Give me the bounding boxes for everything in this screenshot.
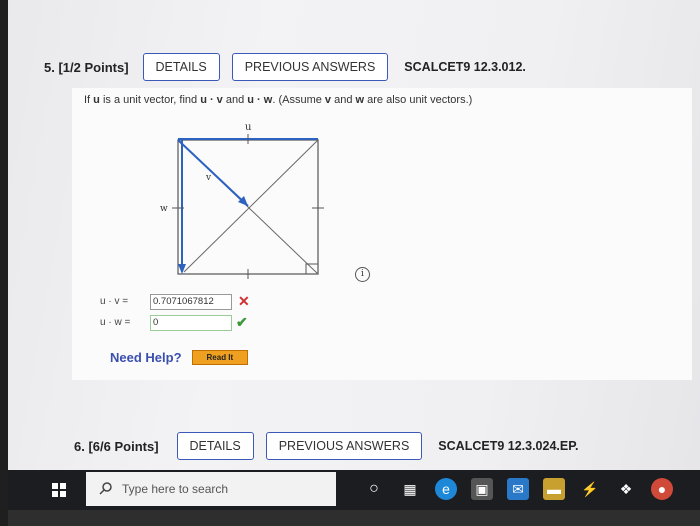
details-button[interactable]: DETAILS [142, 53, 220, 81]
answer-row-uw: u · w = 0 ✔ [100, 314, 248, 331]
question-5-panel: If u is a unit vector, find u · v and u … [72, 88, 692, 380]
previous-answers-button[interactable]: PREVIOUS ANSWERS [231, 53, 389, 81]
answer-label: u · v = [100, 296, 129, 307]
correct-icon: ✔ [236, 314, 248, 330]
read-it-button[interactable]: Read It [191, 350, 249, 365]
label-w: w [160, 204, 168, 214]
screen-bezel [0, 0, 8, 526]
question-source: SCALCET9 12.3.012. [404, 60, 526, 74]
browser-viewport: 5. [1/2 Points] DETAILS PREVIOUS ANSWERS… [0, 0, 700, 470]
store-icon[interactable]: ▣ [471, 478, 493, 500]
question-6-header: 6. [6/6 Points] DETAILS PREVIOUS ANSWERS… [74, 432, 578, 460]
answer-input-uv[interactable]: 0.7071067812 [150, 293, 232, 310]
files-icon[interactable]: ▬ [543, 478, 565, 500]
chrome-icon[interactable]: ● [651, 478, 673, 500]
search-icon [99, 482, 112, 495]
task-view-icon[interactable]: ▦ [399, 478, 421, 500]
windows-start-icon[interactable] [52, 483, 66, 497]
question-number: 6. [6/6 Points] [74, 438, 159, 454]
bolt-icon[interactable]: ⚡ [579, 478, 601, 500]
incorrect-icon: ✕ [238, 293, 250, 309]
need-help-row: Need Help? Read It [110, 350, 249, 365]
search-placeholder: Type here to search [122, 482, 229, 496]
answer-label: u · w = [100, 317, 131, 328]
previous-answers-button[interactable]: PREVIOUS ANSWERS [265, 432, 423, 460]
cortana-icon[interactable]: ○ [363, 478, 385, 500]
need-help-label: Need Help? [110, 350, 182, 365]
answer-input-uw[interactable]: 0 [150, 314, 232, 331]
vector-diagram: u v w [160, 122, 324, 279]
question-number: 5. [1/2 Points] [44, 59, 129, 75]
question-5-header: 5. [1/2 Points] DETAILS PREVIOUS ANSWERS… [44, 53, 526, 81]
taskbar-search[interactable]: Type here to search [86, 472, 336, 506]
question-prompt: If u is a unit vector, find u · v and u … [84, 94, 473, 106]
taskbar-icons: ○ ▦ e ▣ ✉ ▬ ⚡ ❖ ● [363, 478, 687, 500]
info-icon[interactable]: i [355, 267, 370, 282]
details-button[interactable]: DETAILS [176, 432, 254, 460]
laptop-body [8, 510, 700, 526]
windows-taskbar: Type here to search ○ ▦ e ▣ ✉ ▬ ⚡ ❖ ● [8, 470, 700, 510]
question-source: SCALCET9 12.3.024.EP. [438, 439, 579, 453]
edge-icon[interactable]: e [435, 478, 457, 500]
label-u: u [245, 122, 252, 133]
answer-row-uv: u · v = 0.7071067812 ✕ [100, 293, 250, 310]
mail-icon[interactable]: ✉ [507, 478, 529, 500]
dropbox-icon[interactable]: ❖ [615, 478, 637, 500]
label-v: v [205, 173, 212, 183]
